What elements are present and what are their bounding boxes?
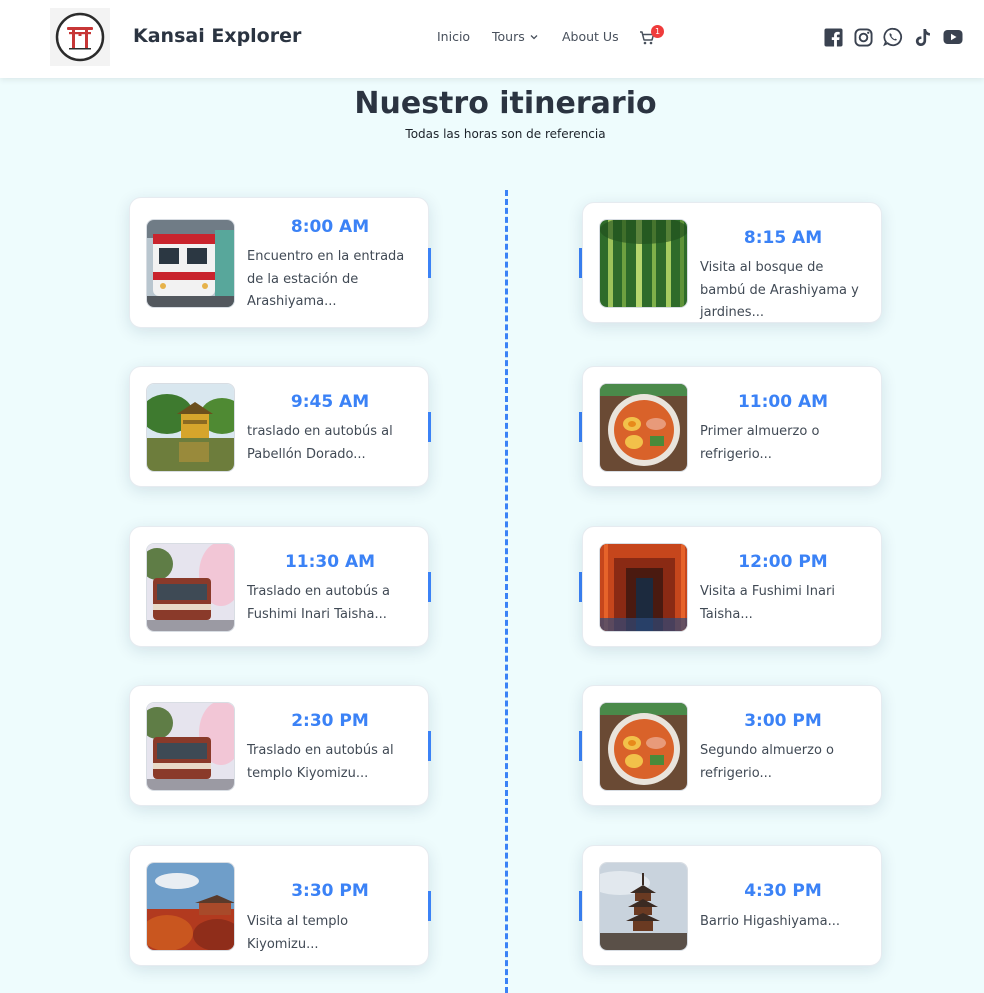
itinerary-time: 8:15 AM bbox=[743, 228, 823, 248]
torii-logo-icon bbox=[55, 12, 105, 62]
higashiyama-pagoda-image bbox=[599, 862, 688, 951]
youtube-icon[interactable] bbox=[943, 27, 963, 47]
itinerary-card-right-4[interactable]: 3:00 PM Segundo almuerzo o refrigerio... bbox=[582, 685, 882, 806]
bus-cherry-blossom-image bbox=[146, 702, 235, 791]
itinerary-description: Visita a Fushimi Inari Taisha... bbox=[700, 584, 835, 622]
bamboo-forest-image bbox=[599, 219, 688, 308]
chevron-down-icon bbox=[530, 34, 538, 39]
timeline-connector bbox=[428, 572, 431, 602]
site-header: Kansai Explorer Inicio Tours About Us 1 bbox=[0, 0, 984, 78]
fushimi-inari-gates-image bbox=[599, 543, 688, 632]
itinerary-card-left-1[interactable]: 8:00 AM Encuentro en la entrada de la es… bbox=[129, 197, 429, 328]
itinerary-time: 8:00 AM bbox=[290, 217, 370, 237]
tiktok-icon[interactable] bbox=[913, 27, 933, 47]
cart-count-badge: 1 bbox=[651, 25, 664, 38]
logo[interactable] bbox=[50, 8, 110, 66]
itinerary-card-left-2[interactable]: 9:45 AM traslado en autobús al Pabellón … bbox=[129, 366, 429, 487]
itinerary-time: 9:45 AM bbox=[290, 392, 370, 412]
itinerary-description: Segundo almuerzo o refrigerio... bbox=[700, 743, 835, 781]
itinerary-card-right-3[interactable]: 12:00 PM Visita a Fushimi Inari Taisha..… bbox=[582, 526, 882, 647]
ramen-bowl-image bbox=[599, 702, 688, 791]
itinerary-card-right-1[interactable]: 8:15 AM Visita al bosque de bambú de Ara… bbox=[582, 202, 882, 323]
itinerary-description: Traslado en autobús al templo Kiyomizu..… bbox=[247, 743, 394, 781]
itinerary-description: Traslado en autobús a Fushimi Inari Tais… bbox=[247, 584, 391, 622]
itinerary-card-left-4[interactable]: 2:30 PM Traslado en autobús al templo Ki… bbox=[129, 685, 429, 806]
itinerary-card-left-5[interactable]: 3:30 PM Visita al templo Kiyomizu... bbox=[129, 845, 429, 966]
bus-cherry-blossom-image bbox=[146, 543, 235, 632]
itinerary-time: 4:30 PM bbox=[744, 881, 822, 901]
brand-name[interactable]: Kansai Explorer bbox=[133, 25, 301, 47]
itinerary-time: 3:00 PM bbox=[744, 711, 822, 731]
nav-tours-label: Tours bbox=[492, 29, 525, 44]
train-station-image bbox=[146, 219, 235, 308]
nav-about-us[interactable]: About Us bbox=[562, 29, 619, 44]
page-title: Nuestro itinerario bbox=[354, 86, 657, 121]
instagram-icon[interactable] bbox=[853, 27, 873, 47]
itinerary-description: Barrio Higashiyama... bbox=[700, 914, 840, 929]
itinerary-time: 2:30 PM bbox=[291, 711, 369, 731]
timeline-connector bbox=[428, 248, 431, 278]
timeline-connector bbox=[428, 891, 431, 921]
nav-tours[interactable]: Tours bbox=[492, 29, 539, 44]
kiyomizu-temple-image bbox=[146, 862, 235, 951]
itinerary-description: traslado en autobús al Pabellón Dorado..… bbox=[247, 424, 393, 462]
facebook-icon[interactable] bbox=[823, 27, 843, 47]
nav-inicio[interactable]: Inicio bbox=[437, 29, 470, 44]
itinerary-time: 3:30 PM bbox=[291, 881, 369, 901]
itinerary-description: Encuentro en la entrada de la estación d… bbox=[247, 249, 405, 309]
itinerary-time: 11:30 AM bbox=[284, 552, 376, 572]
itinerary-description: Visita al templo Kiyomizu... bbox=[247, 914, 349, 952]
page-subtitle: Todas las horas son de referencia bbox=[405, 127, 606, 141]
itinerary-card-right-2[interactable]: 11:00 AM Primer almuerzo o refrigerio... bbox=[582, 366, 882, 487]
itinerary-card-left-3[interactable]: 11:30 AM Traslado en autobús a Fushimi I… bbox=[129, 526, 429, 647]
ramen-bowl-image bbox=[599, 383, 688, 472]
whatsapp-icon[interactable] bbox=[883, 27, 903, 47]
itinerary-description: Visita al bosque de bambú de Arashiyama … bbox=[700, 260, 859, 320]
itinerary-description: Primer almuerzo o refrigerio... bbox=[700, 424, 820, 462]
itinerary-time: 11:00 AM bbox=[737, 392, 829, 412]
golden-pavilion-image bbox=[146, 383, 235, 472]
timeline-connector bbox=[428, 731, 431, 761]
timeline-connector bbox=[428, 412, 431, 442]
timeline-center-line bbox=[505, 190, 508, 993]
itinerary-time: 12:00 PM bbox=[738, 552, 828, 572]
itinerary-card-right-5[interactable]: 4:30 PM Barrio Higashiyama... bbox=[582, 845, 882, 966]
